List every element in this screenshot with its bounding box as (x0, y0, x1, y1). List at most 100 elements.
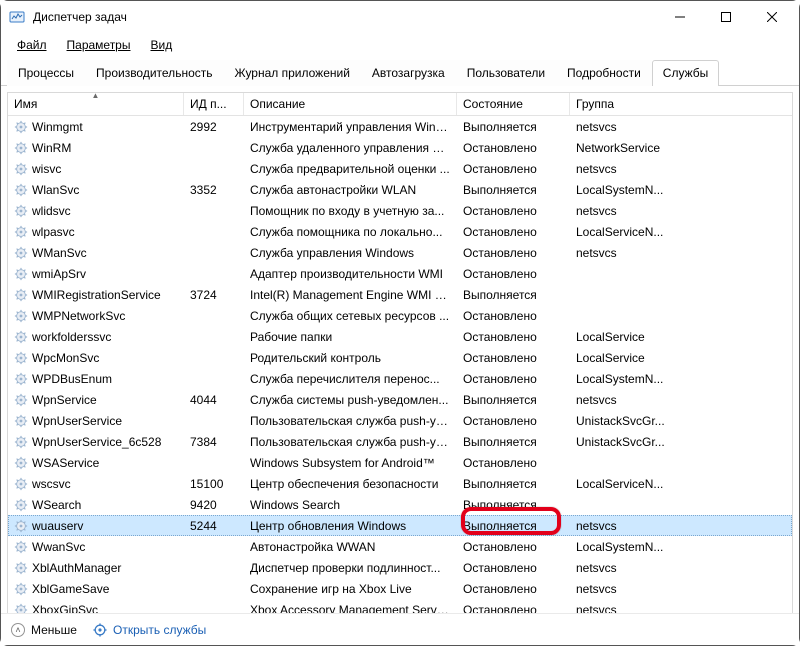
service-desc: Адаптер производительности WMI (244, 267, 457, 281)
menu-view[interactable]: Вид (140, 35, 182, 55)
chevron-up-icon: ˄ (11, 623, 25, 637)
table-row[interactable]: WPDBusEnum Служба перечислителя перенос..… (8, 368, 792, 389)
service-group: netsvcs (570, 162, 744, 176)
service-desc: Служба предварительной оценки ... (244, 162, 457, 176)
menu-file[interactable]: Файл (7, 35, 57, 55)
table-row[interactable]: WMPNetworkSvc Служба общих сетевых ресурс… (8, 305, 792, 326)
service-name: WwanSvc (32, 540, 85, 554)
service-state: Остановлено (457, 141, 570, 155)
table-row[interactable]: workfolderssvcРабочие папкиОстановленоLo… (8, 326, 792, 347)
fewer-details-button[interactable]: ˄ Меньше (11, 623, 77, 637)
service-name: WPDBusEnum (32, 372, 112, 386)
table-row[interactable]: XblAuthManagerДиспетчер проверки подлинн… (8, 557, 792, 578)
service-state: Остановлено (457, 309, 570, 323)
service-name: WMIRegistrationService (32, 288, 161, 302)
table-row[interactable]: WlanSvc3352Служба автонастройки WLANВыпо… (8, 179, 792, 200)
service-desc: Служба автонастройки WLAN (244, 183, 457, 197)
table-row[interactable]: WMIRegistrationService3724Intel(R) Manag… (8, 284, 792, 305)
gear-icon (14, 162, 28, 176)
service-state: Остановлено (457, 561, 570, 575)
table-row[interactable]: wlidsvcПомощник по входу в учетную за...… (8, 200, 792, 221)
service-desc: Служба общих сетевых ресурсов ... (244, 309, 457, 323)
service-state: Остановлено (457, 351, 570, 365)
table-body: Winmgmt2992Инструментарий управления Win… (8, 116, 792, 620)
gear-icon (14, 498, 28, 512)
tab-startup[interactable]: Автозагрузка (361, 60, 456, 86)
column-name[interactable]: ▲ Имя (8, 93, 184, 115)
service-name: WSAService (32, 456, 99, 470)
service-name: WMPNetworkSvc (32, 309, 125, 323)
titlebar: Диспетчер задач (1, 1, 799, 33)
close-button[interactable] (749, 1, 795, 33)
services-table: ▲ Имя ИД п... Описание Состояние Группа … (7, 92, 793, 622)
table-row[interactable]: wscsvc15100Центр обеспечения безопасност… (8, 473, 792, 494)
table-row[interactable]: wlpasvcСлужба помощника по локально...Ос… (8, 221, 792, 242)
maximize-button[interactable] (703, 1, 749, 33)
gear-icon (14, 519, 28, 533)
service-pid: 7384 (184, 435, 244, 449)
gear-icon (14, 246, 28, 260)
service-group: UnistackSvcGr... (570, 435, 744, 449)
service-desc: Служба удаленного управления W... (244, 141, 457, 155)
table-row[interactable]: XblGameSave Сохранение игр на Xbox LiveОс… (8, 578, 792, 599)
table-row[interactable]: Winmgmt2992Инструментарий управления Win… (8, 116, 792, 137)
window-title: Диспетчер задач (33, 10, 127, 24)
service-name: wmiApSrv (32, 267, 86, 281)
table-row[interactable]: wuauserv5244Центр обновления WindowsВыпо… (8, 515, 792, 536)
service-desc: Сохранение игр на Xbox Live (244, 582, 457, 596)
column-pid[interactable]: ИД п... (184, 93, 244, 115)
minimize-button[interactable] (657, 1, 703, 33)
service-state: Остановлено (457, 540, 570, 554)
table-row[interactable]: WSAServiceWindows Subsystem for Android™… (8, 452, 792, 473)
service-desc: Пользовательская служба push-ув... (244, 414, 457, 428)
service-state: Остановлено (457, 582, 570, 596)
column-state[interactable]: Состояние (457, 93, 570, 115)
service-name: WpcMonSvc (32, 351, 99, 365)
tab-processes[interactable]: Процессы (7, 60, 85, 86)
gear-icon (14, 267, 28, 281)
table-row[interactable]: WwanSvcАвтонастройка WWANОстановленоLoca… (8, 536, 792, 557)
table-row[interactable]: wisvcСлужба предварительной оценки ...Ос… (8, 158, 792, 179)
service-group: netsvcs (570, 561, 744, 575)
service-name: wlpasvc (32, 225, 75, 239)
gear-icon (14, 120, 28, 134)
service-group: LocalSystemN... (570, 540, 744, 554)
service-name: XblGameSave (32, 582, 109, 596)
table-row[interactable]: WManSvcСлужба управления WindowsОстановл… (8, 242, 792, 263)
service-state: Остановлено (457, 162, 570, 176)
table-row[interactable]: wmiApSrv Адаптер производительности WMIОс… (8, 263, 792, 284)
gear-icon (14, 414, 28, 428)
service-state: Остановлено (457, 330, 570, 344)
gear-icon (14, 456, 28, 470)
tab-details[interactable]: Подробности (556, 60, 652, 86)
service-state: Остановлено (457, 267, 570, 281)
table-row[interactable]: WpnUserService_6c5287384Пользовательская… (8, 431, 792, 452)
table-row[interactable]: WpnUserServiceПользовательская служба pu… (8, 410, 792, 431)
service-state: Остановлено (457, 225, 570, 239)
tabs: Процессы Производительность Журнал прило… (1, 59, 799, 86)
open-services-link[interactable]: Открыть службы (93, 623, 206, 637)
tab-services[interactable]: Службы (652, 60, 719, 86)
tab-performance[interactable]: Производительность (85, 60, 223, 86)
menu-options[interactable]: Параметры (57, 35, 141, 55)
service-group: LocalSystemN... (570, 372, 744, 386)
table-row[interactable]: WpnService4044Служба системы push-уведом… (8, 389, 792, 410)
column-desc[interactable]: Описание (244, 93, 457, 115)
service-group: netsvcs (570, 204, 744, 218)
table-row[interactable]: WinRMСлужба удаленного управления W...Ос… (8, 137, 792, 158)
service-state: Остановлено (457, 372, 570, 386)
services-icon (93, 623, 107, 637)
tab-users[interactable]: Пользователи (456, 60, 556, 86)
service-name: workfolderssvc (32, 330, 111, 344)
table-row[interactable]: WSearch9420Windows SearchВыполняется (8, 494, 792, 515)
table-row[interactable]: WpcMonSvcРодительский контрольОстановлен… (8, 347, 792, 368)
service-name: wlidsvc (32, 204, 71, 218)
service-group: netsvcs (570, 120, 744, 134)
table-header: ▲ Имя ИД п... Описание Состояние Группа (8, 93, 792, 116)
service-state: Остановлено (457, 204, 570, 218)
service-desc: Пользовательская служба push-ув... (244, 435, 457, 449)
column-group[interactable]: Группа (570, 93, 744, 115)
service-desc: Служба управления Windows (244, 246, 457, 260)
service-desc: Служба перечислителя перенос... (244, 372, 457, 386)
tab-app-history[interactable]: Журнал приложений (224, 60, 361, 86)
